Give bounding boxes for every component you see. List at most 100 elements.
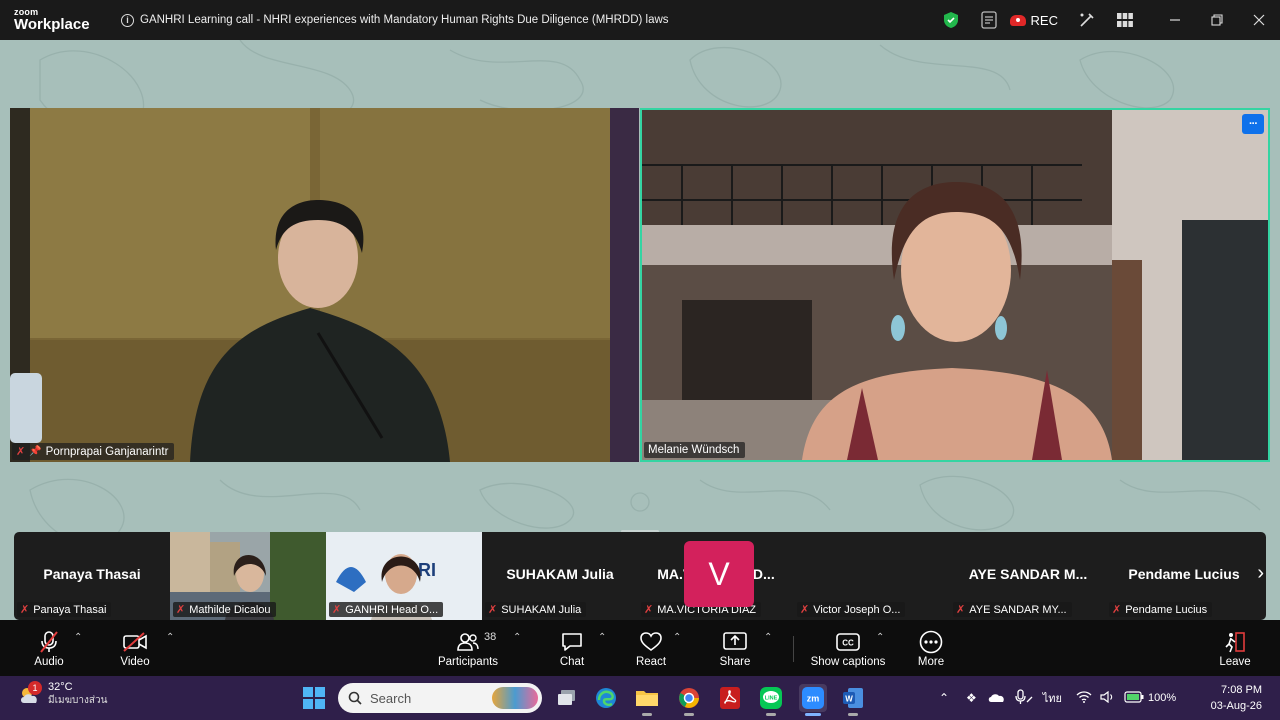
chat-label: Chat xyxy=(559,655,585,668)
zoom-app-icon[interactable]: zm xyxy=(799,684,827,716)
chat-button[interactable]: Chat xyxy=(556,620,588,676)
chat-icon xyxy=(561,629,583,655)
participant-name: Mathilde Dicalou xyxy=(189,603,271,616)
audio-options-caret-icon[interactable]: ⌃ xyxy=(74,632,82,643)
mic-muted-icon: ✗ xyxy=(488,604,498,616)
more-icon xyxy=(919,629,943,655)
edge-browser-icon[interactable] xyxy=(592,684,620,712)
participant-avatar: V xyxy=(684,541,754,607)
share-label: Share xyxy=(719,655,751,668)
video-feed-1 xyxy=(10,108,639,462)
recording-indicator[interactable]: REC xyxy=(1009,13,1058,28)
view-grid-icon[interactable] xyxy=(1110,5,1140,35)
react-button[interactable]: React xyxy=(634,620,668,676)
taskbar-search[interactable]: Search xyxy=(338,683,542,713)
meeting-title: GANHRI Learning call - NHRI experiences … xyxy=(140,14,669,26)
info-icon[interactable]: i xyxy=(121,13,134,27)
participant-nametag: ✗ GANHRI Head O... xyxy=(329,602,444,617)
video-options-caret-icon[interactable]: ⌃ xyxy=(166,632,174,643)
acrobat-icon[interactable] xyxy=(716,684,744,712)
system-tray: ⌃ ❖ ไทย 100% xyxy=(936,676,1176,720)
participant-display-name: Pendame Lucius xyxy=(1128,566,1240,582)
system-clock[interactable]: 7:08 PM 03-Aug-26 xyxy=(1211,682,1262,714)
participant-name: Victor Joseph O... xyxy=(813,603,901,616)
pin-icon: 📌 xyxy=(29,446,42,457)
input-language[interactable]: ไทย xyxy=(1043,689,1062,707)
mic-muted-icon: ✗ xyxy=(16,446,26,458)
share-button[interactable]: Share xyxy=(718,620,752,676)
svg-text:LINE: LINE xyxy=(765,696,778,702)
gallery-tile[interactable]: RI ✗ GANHRI Head O... xyxy=(326,532,482,620)
notes-icon[interactable] xyxy=(974,5,1004,35)
mic-muted-icon: ✗ xyxy=(800,604,810,616)
mic-muted-icon: ✗ xyxy=(956,604,966,616)
participants-count: 38 xyxy=(484,631,497,643)
minimize-button[interactable] xyxy=(1154,0,1196,40)
weather-condition: มีเมฆบางส่วน xyxy=(48,695,108,706)
weather-cloud-icon: 1 xyxy=(18,680,42,705)
meeting-area: ✗ 📌 Pornprapai Ganjanarintr ··· Melanie … xyxy=(0,40,1280,620)
chrome-icon[interactable] xyxy=(675,684,703,716)
participant-display-name: Panaya Thasai xyxy=(43,566,141,582)
weather-widget[interactable]: 1 32°C มีเมฆบางส่วน xyxy=(18,680,108,708)
search-highlight-image xyxy=(492,687,538,709)
participants-icon xyxy=(457,629,479,655)
mic-in-use-icon[interactable] xyxy=(1015,688,1033,708)
video-tile-speaker-1[interactable]: ✗ 📌 Pornprapai Ganjanarintr xyxy=(10,108,639,462)
restore-button[interactable] xyxy=(1196,0,1238,40)
onedrive-icon[interactable] xyxy=(987,691,1005,706)
dropbox-icon[interactable]: ❖ xyxy=(966,691,977,705)
more-options-button[interactable]: ··· xyxy=(1242,114,1264,134)
speaker-1-nametag: ✗ 📌 Pornprapai Ganjanarintr xyxy=(12,443,175,460)
windows-start-icon[interactable] xyxy=(303,687,325,709)
video-tile-speaker-2[interactable]: ··· Melanie Wündsch xyxy=(640,108,1270,462)
video-button[interactable]: Video xyxy=(116,620,154,676)
participant-name: SUHAKAM Julia xyxy=(501,603,582,616)
participants-options-caret-icon[interactable]: ⌃ xyxy=(513,632,521,643)
show-hidden-icons-icon[interactable]: ⌃ xyxy=(936,691,952,705)
wifi-icon[interactable] xyxy=(1076,690,1092,706)
audio-button[interactable]: Audio xyxy=(30,620,68,676)
participant-name: Panaya Thasai xyxy=(33,603,107,616)
gallery-tile[interactable]: ✗ Victor Joseph O... xyxy=(794,532,950,620)
cloud-record-icon xyxy=(1009,14,1026,26)
participant-name: AYE SANDAR MY... xyxy=(969,603,1067,616)
gallery-next-icon[interactable]: › xyxy=(1257,562,1264,585)
gallery-tile[interactable]: Pendame Lucius ✗ Pendame Lucius xyxy=(1106,532,1262,620)
search-icon xyxy=(348,691,362,705)
gallery-tile[interactable]: AYE SANDAR M... ✗ AYE SANDAR MY... xyxy=(950,532,1106,620)
leave-button[interactable]: Leave xyxy=(1218,620,1252,676)
windows-taskbar: 1 32°C มีเมฆบางส่วน Search LINE zm W ⌃ ❖… xyxy=(0,676,1280,720)
react-label: React xyxy=(635,655,667,668)
annotate-icon[interactable] xyxy=(1072,5,1102,35)
gallery-tile[interactable]: Panaya Thasai ✗ Panaya Thasai xyxy=(14,532,170,620)
gallery-strip: Panaya Thasai ✗ Panaya Thasai ✗ Mathilde D… xyxy=(14,532,1266,620)
mic-muted-icon: ✗ xyxy=(644,604,654,616)
participants-button[interactable]: Participants xyxy=(436,620,500,676)
file-explorer-icon[interactable] xyxy=(633,684,661,716)
participant-name: Pendame Lucius xyxy=(1125,603,1208,616)
chat-options-caret-icon[interactable]: ⌃ xyxy=(598,632,606,643)
show-captions-button[interactable]: CC Show captions xyxy=(808,620,888,676)
share-options-caret-icon[interactable]: ⌃ xyxy=(764,632,772,643)
word-icon[interactable]: W xyxy=(839,684,867,716)
battery-icon[interactable] xyxy=(1124,690,1144,706)
gallery-tile[interactable]: ✗ Mathilde Dicalou xyxy=(170,532,326,620)
more-button[interactable]: More xyxy=(914,620,948,676)
speaker-1-name: Pornprapai Ganjanarintr xyxy=(45,445,169,458)
temperature: 32°C xyxy=(48,681,73,693)
captions-icon: CC xyxy=(836,629,860,655)
shield-icon[interactable] xyxy=(936,5,966,35)
participant-name: GANHRI Head O... xyxy=(345,603,439,616)
search-placeholder: Search xyxy=(370,690,412,706)
volume-icon[interactable] xyxy=(1100,690,1116,706)
react-options-caret-icon[interactable]: ⌃ xyxy=(673,632,681,643)
close-button[interactable] xyxy=(1238,0,1280,40)
task-view-icon[interactable] xyxy=(553,684,581,712)
line-app-icon[interactable]: LINE xyxy=(757,684,785,716)
participant-nametag: ✗ AYE SANDAR MY... xyxy=(953,602,1072,617)
gallery-tile[interactable]: SUHAKAM Julia ✗ SUHAKAM Julia xyxy=(482,532,638,620)
participant-nametag: ✗ Victor Joseph O... xyxy=(797,602,906,617)
title-bar-controls: REC xyxy=(936,0,1280,40)
captions-options-caret-icon[interactable]: ⌃ xyxy=(876,632,884,643)
